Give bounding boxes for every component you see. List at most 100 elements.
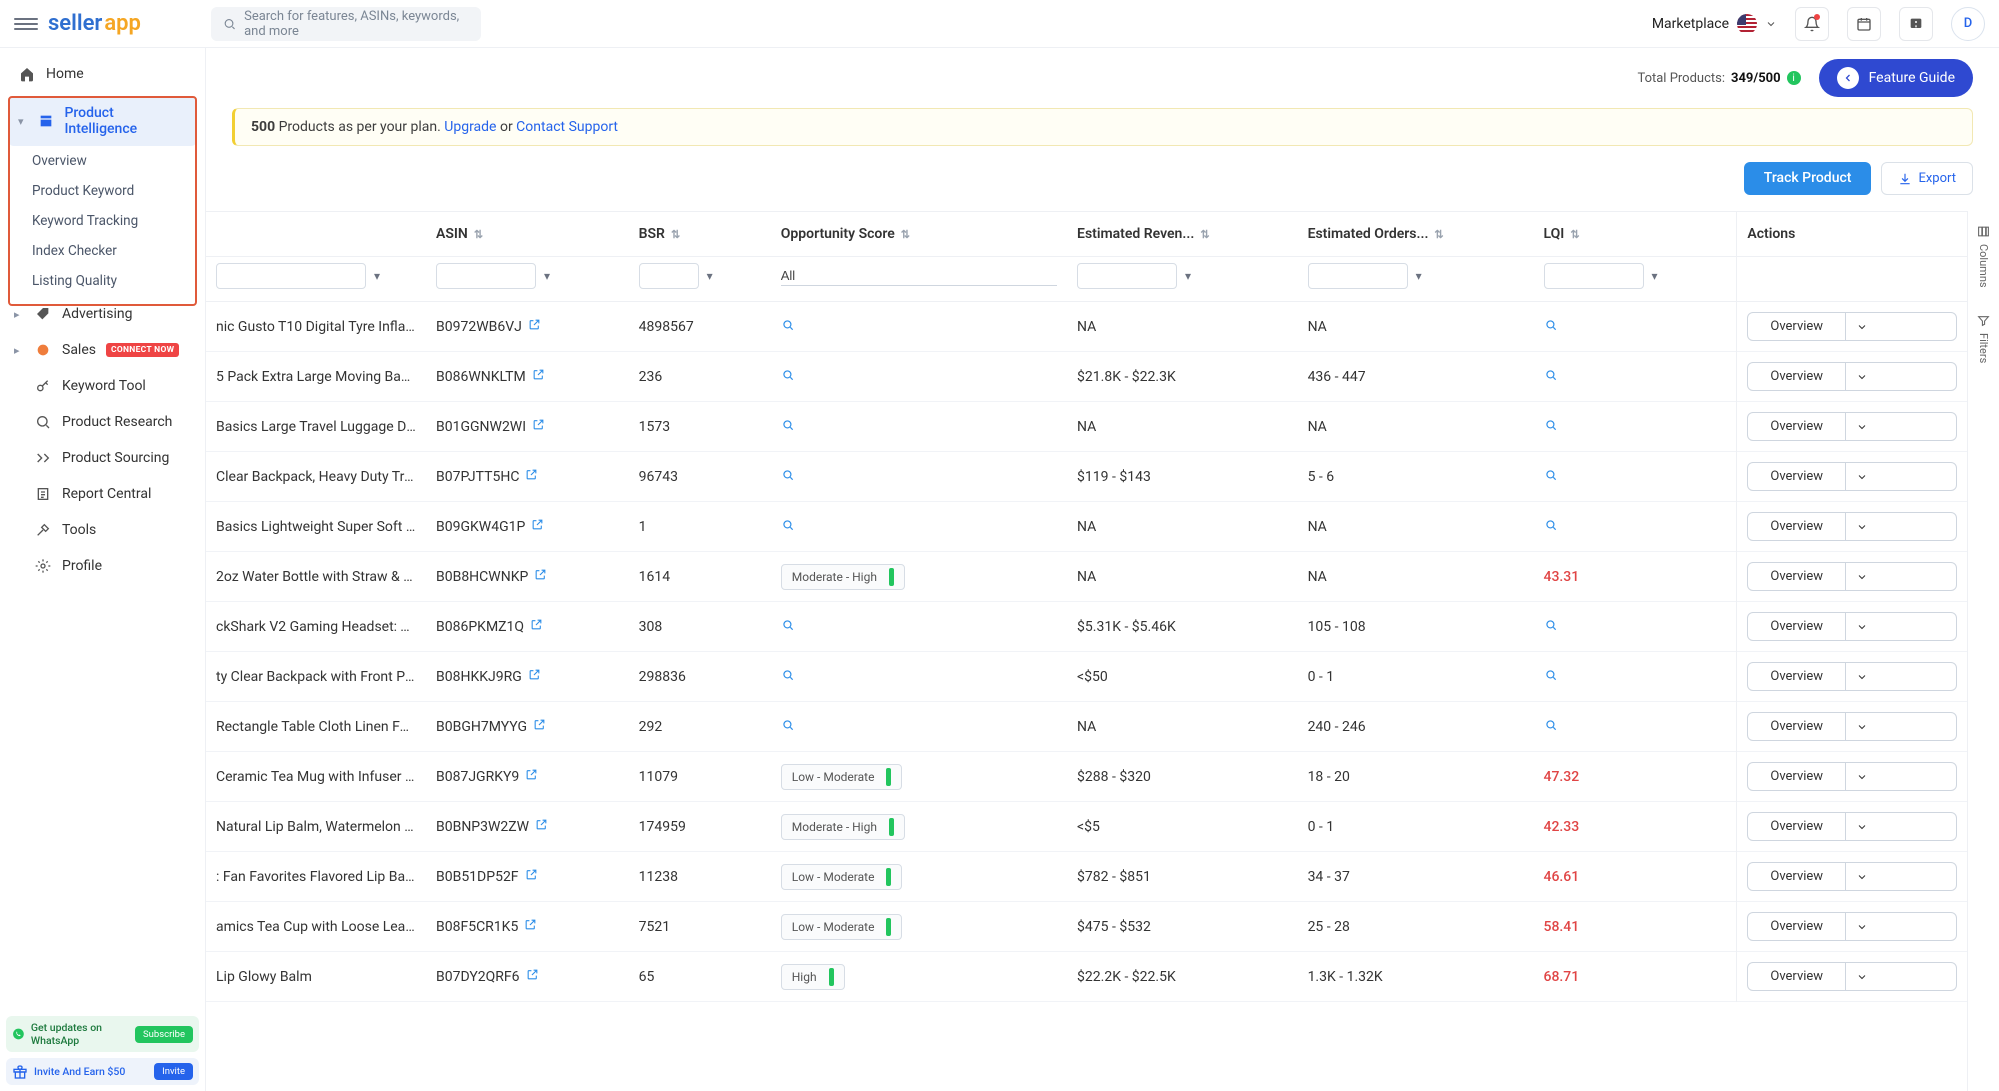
product-name[interactable]: Natural Lip Balm, Watermelon Fros... (206, 802, 426, 852)
filter-icon[interactable]: ▾ (544, 269, 550, 283)
chevron-down-icon[interactable] (1846, 813, 1878, 840)
row-action-button[interactable]: Overview (1747, 662, 1957, 691)
row-action-button[interactable]: Overview (1747, 962, 1957, 991)
product-name[interactable]: ckShark V2 Gaming Headset: THX 7... (206, 602, 426, 652)
sort-icon[interactable]: ⇅ (901, 228, 910, 241)
filter-icon[interactable]: ▾ (374, 269, 380, 283)
col-lqi[interactable]: LQI (1544, 226, 1565, 242)
nav-report-central[interactable]: ▸ Report Central (0, 476, 205, 512)
external-link-icon[interactable] (532, 418, 545, 435)
filter-icon[interactable]: ▾ (707, 269, 713, 283)
lqi-magnify[interactable] (1544, 520, 1558, 536)
external-link-icon[interactable] (535, 818, 548, 835)
chevron-down-icon[interactable] (1846, 913, 1878, 940)
row-action-button[interactable]: Overview (1747, 412, 1957, 441)
chevron-down-icon[interactable] (1846, 363, 1878, 390)
chevron-down-icon[interactable] (1846, 563, 1878, 590)
product-name[interactable]: Rectangle Table Cloth Linen Farmh... (206, 702, 426, 752)
product-name[interactable]: Basics Lightweight Super Soft Easy ... (206, 502, 426, 552)
chevron-down-icon[interactable] (1846, 463, 1878, 490)
lqi-magnify[interactable] (1544, 370, 1558, 386)
nav-product-intelligence[interactable]: ▾ Product Intelligence (8, 96, 197, 146)
export-button[interactable]: Export (1881, 162, 1973, 195)
marketplace-selector[interactable]: Marketplace (1652, 14, 1777, 34)
logo[interactable]: sellerapp (48, 11, 141, 36)
nav-advertising[interactable]: ▸ Advertising (0, 296, 205, 332)
col-opportunity[interactable]: Opportunity Score (781, 226, 895, 242)
external-link-icon[interactable] (525, 868, 538, 885)
hamburger-menu[interactable] (14, 12, 38, 36)
row-action-button[interactable]: Overview (1747, 562, 1957, 591)
row-action-button[interactable]: Overview (1747, 462, 1957, 491)
nav-home[interactable]: Home (0, 56, 205, 92)
lqi-magnify[interactable] (1544, 420, 1558, 436)
opportunity-magnify[interactable] (781, 670, 795, 686)
invite-button[interactable]: Invite (154, 1063, 193, 1080)
product-name[interactable]: 2oz Water Bottle with Straw & Moti... (206, 552, 426, 602)
connect-now-badge[interactable]: CONNECT NOW (106, 343, 179, 357)
filter-asin[interactable] (436, 263, 536, 289)
lqi-magnify[interactable] (1544, 470, 1558, 486)
opportunity-magnify[interactable] (781, 320, 795, 336)
external-link-icon[interactable] (525, 468, 538, 485)
nav-sub-keyword-tracking[interactable]: Keyword Tracking (0, 206, 205, 236)
product-name[interactable]: nic Gusto T10 Digital Tyre Inflator - ..… (206, 302, 426, 352)
external-link-icon[interactable] (532, 368, 545, 385)
row-action-button[interactable]: Overview (1747, 812, 1957, 841)
chevron-down-icon[interactable] (1846, 763, 1878, 790)
sort-icon[interactable]: ⇅ (474, 228, 483, 241)
external-link-icon[interactable] (531, 518, 544, 535)
promo-invite[interactable]: Invite And Earn $50 Invite (6, 1058, 199, 1085)
nav-sub-index-checker[interactable]: Index Checker (0, 236, 205, 266)
nav-product-sourcing[interactable]: ▸ Product Sourcing (0, 440, 205, 476)
filter-icon[interactable]: ▾ (1185, 269, 1191, 283)
chevron-down-icon[interactable] (1846, 613, 1878, 640)
external-link-icon[interactable] (530, 618, 543, 635)
filter-bsr[interactable] (639, 263, 699, 289)
opportunity-magnify[interactable] (781, 470, 795, 486)
row-action-button[interactable]: Overview (1747, 612, 1957, 641)
chevron-down-icon[interactable] (1846, 663, 1878, 690)
nav-sub-overview[interactable]: Overview (0, 146, 205, 176)
user-avatar[interactable]: D (1951, 7, 1985, 41)
sort-icon[interactable]: ⇅ (1570, 228, 1579, 241)
col-revenue[interactable]: Estimated Reven... (1077, 226, 1194, 242)
product-name[interactable]: : Fan Favorites Flavored Lip Balm Tu... (206, 852, 426, 902)
product-name[interactable]: amics Tea Cup with Loose Leaf Infus... (206, 902, 426, 952)
external-link-icon[interactable] (525, 768, 538, 785)
lqi-magnify[interactable] (1544, 320, 1558, 336)
filter-product[interactable] (216, 263, 366, 289)
nav-profile[interactable]: ▸ Profile (0, 548, 205, 584)
notifications-button[interactable] (1795, 7, 1829, 41)
lqi-magnify[interactable] (1544, 720, 1558, 736)
filter-lqi[interactable] (1544, 263, 1644, 289)
external-link-icon[interactable] (528, 318, 541, 335)
product-name[interactable]: Ceramic Tea Mug with Infuser and ... (206, 752, 426, 802)
track-product-button[interactable]: Track Product (1744, 162, 1872, 195)
row-action-button[interactable]: Overview (1747, 912, 1957, 941)
row-action-button[interactable]: Overview (1747, 312, 1957, 341)
chevron-down-icon[interactable] (1846, 963, 1878, 990)
opportunity-magnify[interactable] (781, 620, 795, 636)
nav-sales[interactable]: ▸ Sales CONNECT NOW (0, 332, 205, 368)
nav-tools[interactable]: ▸ Tools (0, 512, 205, 548)
calendar-button[interactable] (1847, 7, 1881, 41)
nav-product-research[interactable]: ▸ Product Research (0, 404, 205, 440)
row-action-button[interactable]: Overview (1747, 512, 1957, 541)
opportunity-magnify[interactable] (781, 520, 795, 536)
product-name[interactable]: ty Clear Backpack with Front Pocke... (206, 652, 426, 702)
sort-icon[interactable]: ⇅ (671, 228, 680, 241)
external-link-icon[interactable] (524, 918, 537, 935)
col-bsr[interactable]: BSR (639, 226, 665, 242)
product-name[interactable]: Lip Glowy Balm (206, 952, 426, 1002)
external-link-icon[interactable] (533, 718, 546, 735)
info-icon[interactable]: i (1787, 71, 1801, 85)
product-name[interactable]: 5 Pack Extra Large Moving Bags wit... (206, 352, 426, 402)
filter-revenue[interactable] (1077, 263, 1177, 289)
chevron-down-icon[interactable] (1846, 713, 1878, 740)
opportunity-magnify[interactable] (781, 370, 795, 386)
upgrade-link[interactable]: Upgrade (444, 119, 496, 135)
col-asin[interactable]: ASIN (436, 226, 468, 242)
nav-sub-product-keyword[interactable]: Product Keyword (0, 176, 205, 206)
filter-icon[interactable]: ▾ (1652, 269, 1658, 283)
